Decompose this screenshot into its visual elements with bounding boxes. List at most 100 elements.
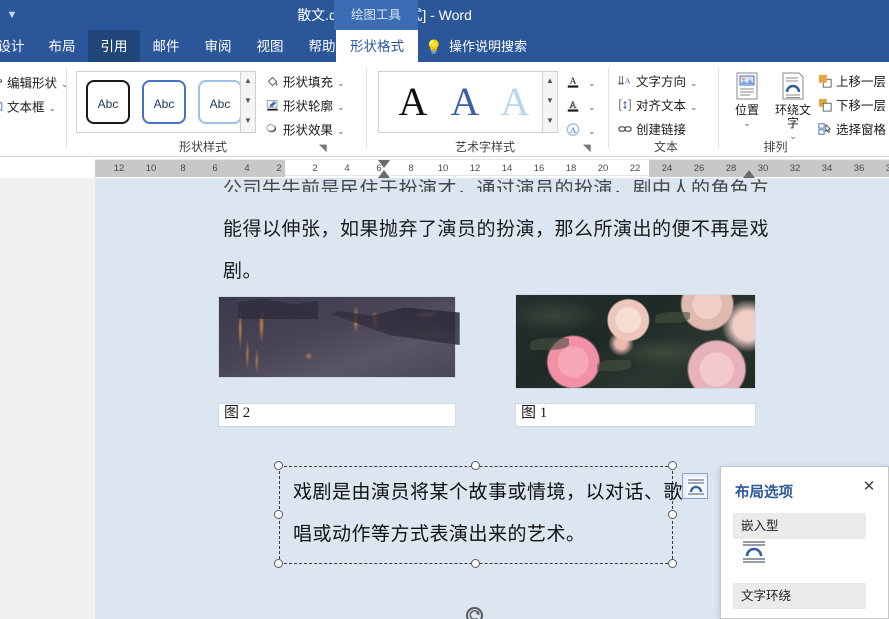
selection-pane-icon [818,122,832,139]
resize-handle-bottom-right[interactable] [668,559,677,568]
group-divider [66,68,67,148]
gallery-scrollbar[interactable]: ▲ ▼ ▼ [240,72,255,132]
chevron-down-icon[interactable]: ⌄ [61,79,69,89]
text-fill-button[interactable]: A ⌄ [566,74,596,92]
shape-styles-gallery[interactable]: Abc Abc Abc ▲ ▼ ▼ [76,71,256,133]
resize-handle-top-left[interactable] [274,461,283,470]
shape-styles-group-label: 形状样式 [178,140,227,154]
chevron-down-icon[interactable]: ⌄ [337,102,345,112]
figure-caption-2[interactable]: 图 2 [218,403,456,427]
gallery-scrollbar[interactable]: ▲ ▼ ▼ [542,72,557,132]
layout-options-panel[interactable]: 布局选项 ✕ 嵌入型 文字环绕 [720,466,889,619]
chevron-down-icon[interactable]: ⌄ [690,102,698,112]
text-box-line-1: 戏剧是由演员将某个故事或情境，以对话、歌 [293,482,684,503]
text-box-button[interactable]: A 文本框 ⌄ [0,100,56,116]
photo-leaf [530,337,569,350]
rotation-handle[interactable] [466,607,483,619]
gallery-more-icon[interactable]: ▼ [543,112,557,132]
shape-style-thumb[interactable]: Abc [198,80,242,124]
create-link-button[interactable]: 创建链接 [618,122,686,139]
figure-image-night-river[interactable] [218,296,460,378]
tab-references[interactable]: 引用 [88,30,140,62]
chevron-down-icon[interactable]: ⌄ [724,117,770,130]
chevron-down-icon[interactable]: ⌄ [690,78,698,88]
tell-me-search[interactable]: 💡 操作说明搜索 [425,30,527,62]
shape-style-thumb[interactable]: Abc [86,80,130,124]
align-text-icon [618,98,632,115]
layout-option-text-wrapping[interactable]: 文字环绕 [733,583,866,609]
tab-review[interactable]: 审阅 [192,30,244,62]
tab-view[interactable]: 视图 [244,30,296,62]
chevron-down-icon[interactable]: ⌄ [337,126,345,136]
wordart-thumb[interactable]: A [491,76,539,126]
ruler-tick: 6 [212,163,218,174]
resize-handle-middle-left[interactable] [274,510,283,519]
resize-handle-middle-right[interactable] [668,510,677,519]
layout-options-button[interactable] [682,473,708,499]
wrap-text-icon [777,70,809,102]
ribbon: 编辑形状⌄ A 文本框 ⌄ Abc Abc Abc ▲ ▼ ▼ [0,62,889,157]
bring-forward-button[interactable]: 上移一层⌄ [818,74,889,91]
shape-effects-label: 形状效果 [283,123,334,138]
chevron-down-icon[interactable]: ⌄ [588,102,596,112]
tab-mailings[interactable]: 邮件 [140,30,192,62]
svg-text:A: A [625,77,631,86]
text-outline-icon: A [566,98,580,116]
shape-fill-button[interactable]: 形状填充 ⌄ [266,75,345,91]
shape-fill-label: 形状填充 [283,75,334,90]
tab-shape-format[interactable]: 形状格式 [336,30,418,62]
shape-outline-icon [266,99,279,115]
resize-handle-top-center[interactable] [471,461,480,470]
text-box-label: 文本框 [7,100,45,115]
selection-pane-button[interactable]: 选择窗格 [818,122,886,139]
figure-caption-1[interactable]: 图 1 [515,403,756,427]
document-area: 公司牛牛前是民住于扮演才，通过演员的扮演，剧中人的角色方 能得以伸张，如果抛弃了… [0,178,889,619]
chevron-down-icon[interactable]: ⌄ [588,126,596,136]
selected-text-box[interactable]: 戏剧是由演员将某个故事或情境，以对话、歌 唱或动作等方式表演出来的艺术。 [279,466,683,564]
wordart-thumb[interactable]: A [389,76,437,126]
chevron-down-icon[interactable]: ⌄ [49,103,57,113]
wrap-text-button[interactable]: 环绕文 字 ⌄ [770,70,816,143]
text-direction-icon: A [618,74,632,91]
send-backward-button[interactable]: 下移一层⌄ [818,98,889,115]
wordart-thumb[interactable]: A [441,76,489,126]
gallery-scroll-up-icon[interactable]: ▲ [543,72,557,92]
paragraph-line-2: 能得以伸张，如果抛弃了演员的扮演，那么所演出的便不再是戏 [223,219,770,240]
close-icon[interactable]: ✕ [860,478,878,496]
figure-image-roses[interactable] [515,294,756,389]
gallery-more-icon[interactable]: ▼ [241,112,255,132]
resize-handle-top-right[interactable] [668,461,677,470]
tab-layout[interactable]: 布局 [36,30,88,62]
edit-shape-button[interactable]: 编辑形状 ⌄ [0,76,69,92]
contextual-tab-header: 绘图工具 [334,0,418,30]
shape-effects-button[interactable]: 形状效果 ⌄ [266,123,345,139]
night-river-photo [219,297,460,377]
align-text-button[interactable]: 对齐文本 ⌄ [618,98,698,115]
paragraph-line-3: 剧。 [223,261,263,282]
wordart-dialog-launcher[interactable]: ◥ [583,143,594,154]
tab-design[interactable]: 设计 [0,30,36,62]
resize-handle-bottom-center[interactable] [471,559,480,568]
group-divider [718,68,719,148]
position-button[interactable]: 位置 ⌄ [724,70,770,130]
gallery-scroll-down-icon[interactable]: ▼ [241,92,255,112]
ruler-tick: 34 [821,163,833,174]
text-outline-button[interactable]: A ⌄ [566,98,596,116]
position-label: 位置 [734,103,759,117]
layout-option-inline[interactable]: 嵌入型 [733,513,866,539]
gallery-scroll-up-icon[interactable]: ▲ [241,72,255,92]
resize-handle-bottom-left[interactable] [274,559,283,568]
shape-outline-label: 形状轮廓 [283,99,334,114]
gallery-scroll-down-icon[interactable]: ▼ [543,92,557,112]
svg-text:A: A [570,125,577,135]
first-line-indent-marker[interactable] [378,160,390,168]
arrange-group-label: 排列 [763,140,788,154]
chevron-down-icon[interactable]: ⌄ [588,78,596,88]
shape-outline-button[interactable]: 形状轮廓 ⌄ [266,99,345,115]
create-link-label: 创建链接 [636,122,687,137]
text-direction-button[interactable]: A 文字方向 ⌄ [618,74,698,91]
shape-styles-dialog-launcher[interactable]: ◥ [319,143,330,154]
chevron-down-icon[interactable]: ⌄ [337,78,345,88]
wordart-gallery[interactable]: A A A ▲ ▼ ▼ [378,71,558,133]
shape-style-thumb[interactable]: Abc [142,80,186,124]
